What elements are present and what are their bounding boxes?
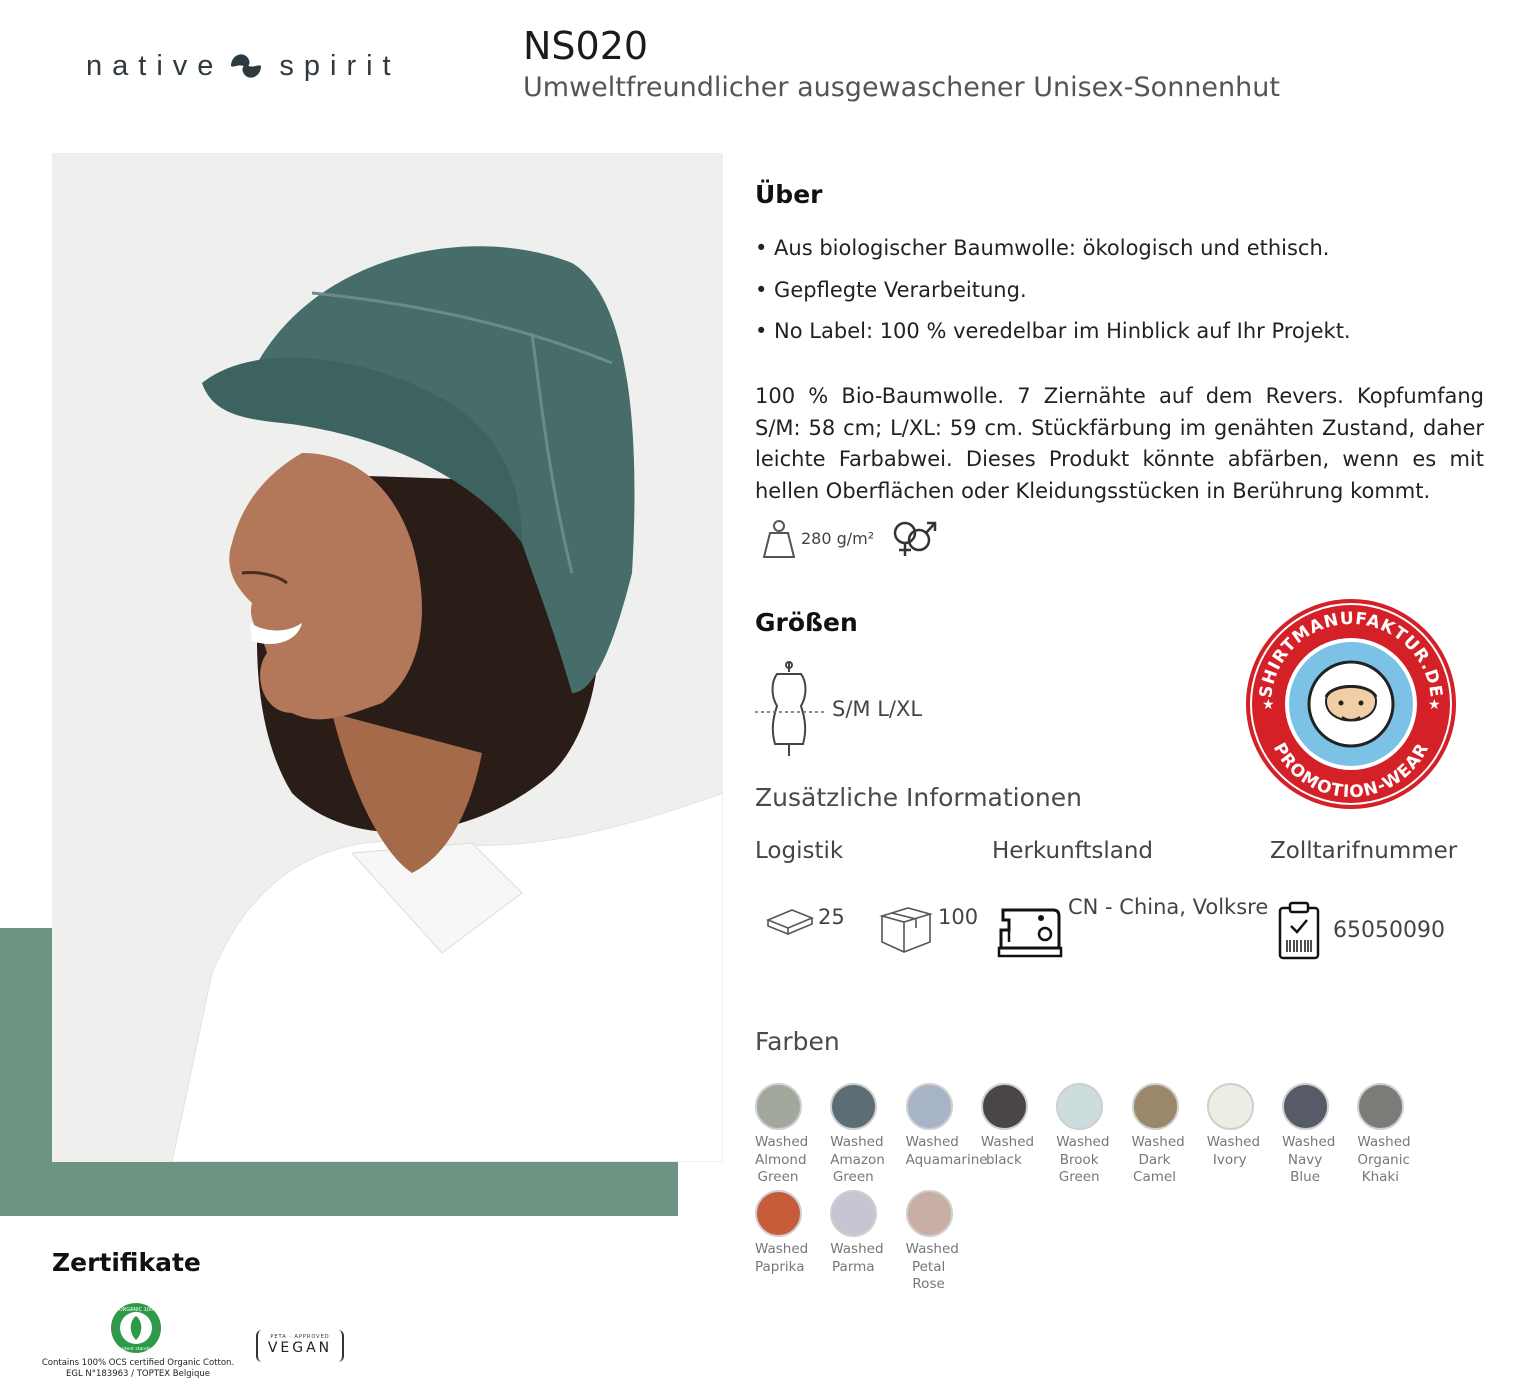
customs-code: 65050090 — [1333, 918, 1445, 943]
star-icon: ★ — [1428, 697, 1441, 713]
color-dot — [1131, 1083, 1179, 1130]
weight-icon — [762, 520, 796, 558]
product-title: Umweltfreundlicher ausgewaschener Unisex… — [523, 72, 1280, 103]
color-dot — [1357, 1083, 1405, 1130]
color-label: Washed Navy Blue — [1282, 1134, 1336, 1185]
size-values: S/M L/XL — [832, 697, 923, 721]
ocs-line-1: Contains 100% OCS certified Organic Cott… — [41, 1358, 235, 1368]
color-swatch[interactable]: Washed Organic Khaki — [1357, 1083, 1447, 1187]
fabric-weight: 280 g/m² — [801, 529, 875, 548]
ocs-seal-bottom-text: content standard — [117, 1346, 156, 1352]
product-reference: NS020 — [523, 24, 649, 68]
about-heading: Über — [755, 180, 823, 209]
color-dot — [1282, 1083, 1330, 1130]
additional-info-heading: Zusätzliche Informationen — [755, 783, 1082, 812]
brand-leaf-icon — [231, 54, 262, 78]
color-label: Washed Dark Camel — [1131, 1134, 1185, 1185]
color-label: Washed Amazon Green — [830, 1134, 885, 1185]
color-label: Washed Brook Green — [1056, 1134, 1110, 1185]
origin-label: Herkunftsland — [992, 838, 1154, 864]
color-dot — [830, 1190, 878, 1237]
color-dot — [755, 1083, 802, 1130]
customs-clipboard-icon — [1278, 901, 1320, 960]
ocs-line-2: EGL N°183963 / TOPTEX Belgique — [65, 1369, 210, 1379]
color-dot — [830, 1083, 878, 1130]
color-label: Washed Organic Khaki — [1357, 1134, 1411, 1185]
vegan-logo: PETA · APPROVED VEGAN — [256, 1330, 344, 1362]
vegan-text: VEGAN — [267, 1340, 333, 1356]
product-photo — [52, 153, 723, 1162]
ocs-seal-icon: ORGANIC 100 content standard — [111, 1303, 161, 1353]
color-label: Washed black — [980, 1134, 1035, 1168]
color-label: Washed Paprika — [755, 1241, 809, 1275]
mannequin-icon — [755, 661, 825, 756]
color-dot — [1056, 1083, 1104, 1130]
origin-country: CN - China, Volksrepub — [1068, 895, 1270, 919]
about-bullet: • No Label: 100 % veredelbar im Hinblick… — [755, 319, 1351, 343]
brand-name-right: spirit — [279, 49, 401, 82]
color-label: Washed Petal Rose — [905, 1241, 959, 1292]
sewing-machine-icon — [997, 908, 1063, 958]
ocs-seal-top-text: ORGANIC 100 — [119, 1307, 154, 1313]
color-label: Washed Parma — [830, 1241, 884, 1275]
color-label: Washed Aquamarine — [905, 1134, 988, 1168]
star-icon: ★ — [1262, 697, 1275, 713]
color-dot — [905, 1083, 953, 1130]
brand-name-left: native — [86, 49, 224, 82]
color-dot — [1206, 1083, 1254, 1130]
pack-small-quantity: 25 — [818, 905, 845, 929]
color-dot — [980, 1083, 1028, 1130]
unisex-icon — [893, 521, 937, 556]
about-bullet: • Gepflegte Verarbeitung. — [755, 278, 1027, 302]
color-label: Washed Ivory — [1206, 1134, 1261, 1168]
color-label: Washed Almond Green — [755, 1134, 809, 1185]
ocs-text: Contains 100% OCS certified Organic Cott… — [40, 1358, 236, 1380]
brand-logo: native spirit — [86, 46, 401, 86]
shirtmanufaktur-badge: SHIRTMANUFAKTUR.DE PROMOTION-WEAR ★ ★ — [1246, 599, 1456, 809]
color-dot — [905, 1190, 953, 1237]
pack-box-quantity: 100 — [938, 905, 979, 929]
photo-accent-band — [0, 1162, 678, 1216]
logistics-label: Logistik — [755, 838, 844, 864]
customs-label: Zolltarifnummer — [1270, 838, 1458, 864]
product-description: 100 % Bio-Baumwolle. 7 Ziernähte auf dem… — [755, 384, 1484, 503]
about-bullet: • Aus biologischer Baumwolle: ökologisch… — [755, 236, 1330, 260]
colors-heading: Farben — [755, 1027, 840, 1056]
color-dot — [755, 1190, 802, 1237]
sizes-heading: Größen — [755, 608, 858, 637]
polybag-icon — [766, 909, 814, 935]
carton-icon — [879, 907, 933, 953]
color-swatch[interactable]: Washed Petal Rose — [905, 1190, 996, 1294]
certificates-heading: Zertifikate — [52, 1248, 201, 1277]
